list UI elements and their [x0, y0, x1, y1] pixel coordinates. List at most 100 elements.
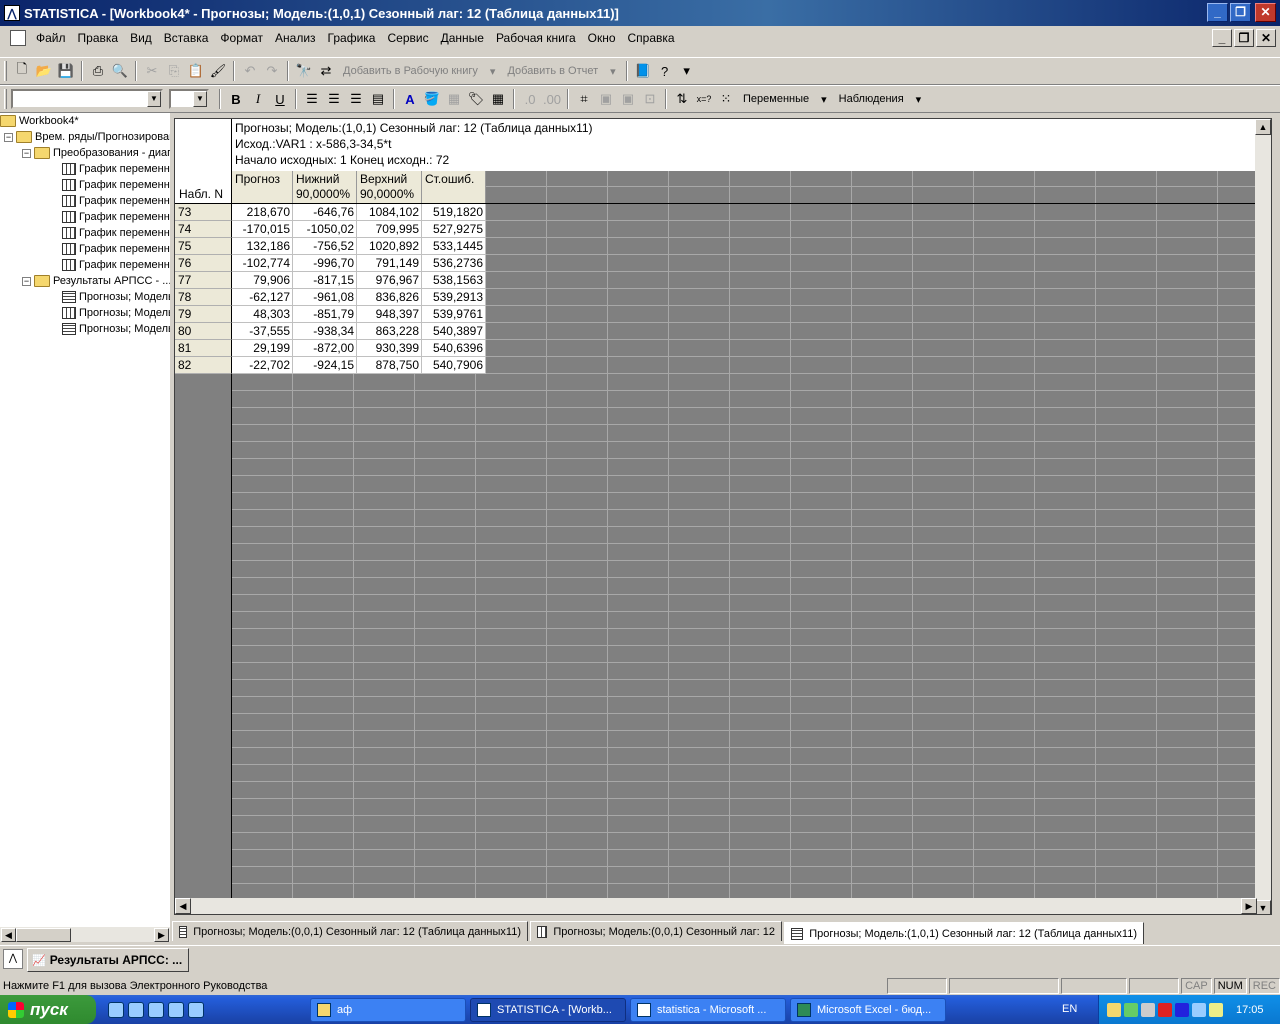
underline-button[interactable]: U: [269, 88, 291, 110]
bold-button[interactable]: B: [225, 88, 247, 110]
doc-minimize-button[interactable]: _: [1212, 29, 1232, 47]
tree-item[interactable]: График переменной: [62, 257, 170, 273]
tray-icon[interactable]: [1107, 1002, 1121, 1017]
lock-icon[interactable]: ⊡: [639, 88, 661, 110]
start-button[interactable]: пуск: [0, 995, 96, 1024]
print-icon[interactable]: ⎙: [87, 60, 109, 82]
italic-button[interactable]: I: [247, 88, 269, 110]
menu-workbook[interactable]: Рабочая книга: [490, 31, 582, 45]
table-cell[interactable]: -961,08: [293, 289, 357, 306]
add-to-workbook-button[interactable]: Добавить в Рабочую книгу: [337, 65, 484, 77]
document-icon[interactable]: [10, 30, 26, 46]
row-header[interactable]: 81: [175, 340, 232, 357]
scroll-left-icon[interactable]: ◀: [175, 898, 191, 914]
chevron-down-icon[interactable]: ▼: [193, 91, 207, 107]
table-cell[interactable]: 1020,892: [357, 238, 422, 255]
scroll-left-icon[interactable]: ◀: [1, 928, 16, 942]
table-cell[interactable]: 519,1820: [422, 204, 486, 221]
table-cell[interactable]: 540,7906: [422, 357, 486, 374]
minimize-button[interactable]: _: [1207, 3, 1228, 22]
table-cell[interactable]: 79,906: [232, 272, 293, 289]
cases-dropdown-icon[interactable]: ▾: [910, 93, 928, 106]
cut-icon[interactable]: ✂: [141, 60, 163, 82]
tree-item[interactable]: График переменной: [62, 225, 170, 241]
table-cell[interactable]: 791,149: [357, 255, 422, 272]
clock[interactable]: 17:05: [1236, 1004, 1264, 1016]
table-cell[interactable]: 976,967: [357, 272, 422, 289]
table-cell[interactable]: 948,397: [357, 306, 422, 323]
antivirus-icon[interactable]: [1158, 1002, 1172, 1017]
collapse-icon[interactable]: −: [22, 148, 31, 158]
menu-tools[interactable]: Сервис: [381, 31, 434, 45]
task-excel[interactable]: Microsoft Excel - бюд...: [790, 998, 946, 1022]
toolbar-grip[interactable]: [4, 61, 7, 81]
save-icon[interactable]: 💾: [55, 60, 77, 82]
tree-item[interactable]: График переменной: [62, 241, 170, 257]
context-help-icon[interactable]: ?: [654, 60, 676, 82]
sort-icon[interactable]: ⇅: [671, 88, 693, 110]
tree-item[interactable]: График переменной: [62, 161, 170, 177]
table-cell[interactable]: 533,1445: [422, 238, 486, 255]
tree-item[interactable]: − Преобразования - диаграммы: [22, 145, 170, 161]
find-icon[interactable]: 🔭: [293, 60, 315, 82]
table-cell[interactable]: -756,52: [293, 238, 357, 255]
paste-icon[interactable]: 📋: [185, 60, 207, 82]
row-header[interactable]: 78: [175, 289, 232, 306]
table-cell[interactable]: 539,9761: [422, 306, 486, 323]
scroll-down-icon[interactable]: ▼: [1255, 900, 1271, 914]
tree-item[interactable]: График переменной: [62, 193, 170, 209]
row-header[interactable]: 82: [175, 357, 232, 374]
tray-icon[interactable]: [1209, 1002, 1223, 1017]
scroll-up-icon[interactable]: ▲: [1255, 119, 1271, 135]
row-header[interactable]: 77: [175, 272, 232, 289]
cell-format-icon[interactable]: ▤: [367, 88, 389, 110]
scroll-right-icon[interactable]: ▶: [1241, 898, 1257, 914]
table-cell[interactable]: -170,015: [232, 221, 293, 238]
toolbar-options-icon[interactable]: ▾: [676, 60, 698, 82]
menu-window[interactable]: Окно: [582, 31, 622, 45]
font-name-combo[interactable]: ▼: [11, 89, 163, 109]
table-cell[interactable]: 930,399: [357, 340, 422, 357]
tree-item[interactable]: Workbook4*: [0, 113, 79, 129]
menu-insert[interactable]: Вставка: [158, 31, 215, 45]
chevron-down-icon[interactable]: ▼: [147, 91, 161, 107]
table-cell[interactable]: 218,670: [232, 204, 293, 221]
undo-icon[interactable]: ↶: [239, 60, 261, 82]
menu-view[interactable]: Вид: [124, 31, 158, 45]
table-cell[interactable]: 540,3897: [422, 323, 486, 340]
table-cell[interactable]: 536,2736: [422, 255, 486, 272]
variables-dropdown-icon[interactable]: ▾: [815, 93, 833, 106]
table-cell[interactable]: 709,995: [357, 221, 422, 238]
column-header[interactable]: Верхний 90,0000%: [357, 171, 422, 203]
table-cell[interactable]: -996,70: [293, 255, 357, 272]
select-cases-icon[interactable]: ⁙: [715, 88, 737, 110]
scroll-thumb[interactable]: [16, 928, 71, 942]
row-header[interactable]: 73: [175, 204, 232, 221]
align-left-icon[interactable]: ☰: [301, 88, 323, 110]
table-cell[interactable]: -817,15: [293, 272, 357, 289]
table-cell[interactable]: -872,00: [293, 340, 357, 357]
row-header[interactable]: 74: [175, 221, 232, 238]
ie-icon[interactable]: [108, 1001, 124, 1018]
table-cell[interactable]: 836,826: [357, 289, 422, 306]
font-color-icon[interactable]: A: [399, 88, 421, 110]
task-word[interactable]: statistica - Microsoft ...: [630, 998, 786, 1022]
horizontal-scrollbar[interactable]: ◀ ▶: [175, 898, 1257, 914]
collapse-icon[interactable]: −: [4, 132, 13, 142]
table-cell[interactable]: -1050,02: [293, 221, 357, 238]
tree-item[interactable]: − Результаты АРПСС - ...: [22, 273, 170, 289]
table-cell[interactable]: 29,199: [232, 340, 293, 357]
crop-icon[interactable]: ⌗: [573, 88, 595, 110]
column-header[interactable]: Ст.ошиб.: [422, 171, 486, 203]
table-cell[interactable]: -851,79: [293, 306, 357, 323]
align-right-icon[interactable]: ☰: [345, 88, 367, 110]
graph-window-icon[interactable]: ⋀: [3, 949, 23, 969]
table-cell[interactable]: -102,774: [232, 255, 293, 272]
desktop-icon[interactable]: [148, 1001, 164, 1018]
replace-icon[interactable]: ⇄: [315, 60, 337, 82]
language-indicator[interactable]: EN: [1062, 1003, 1077, 1015]
new-icon[interactable]: 🗋: [11, 60, 33, 82]
column-header[interactable]: Прогноз: [232, 171, 293, 203]
collapse-icon[interactable]: −: [22, 276, 31, 286]
table-cell[interactable]: 538,1563: [422, 272, 486, 289]
